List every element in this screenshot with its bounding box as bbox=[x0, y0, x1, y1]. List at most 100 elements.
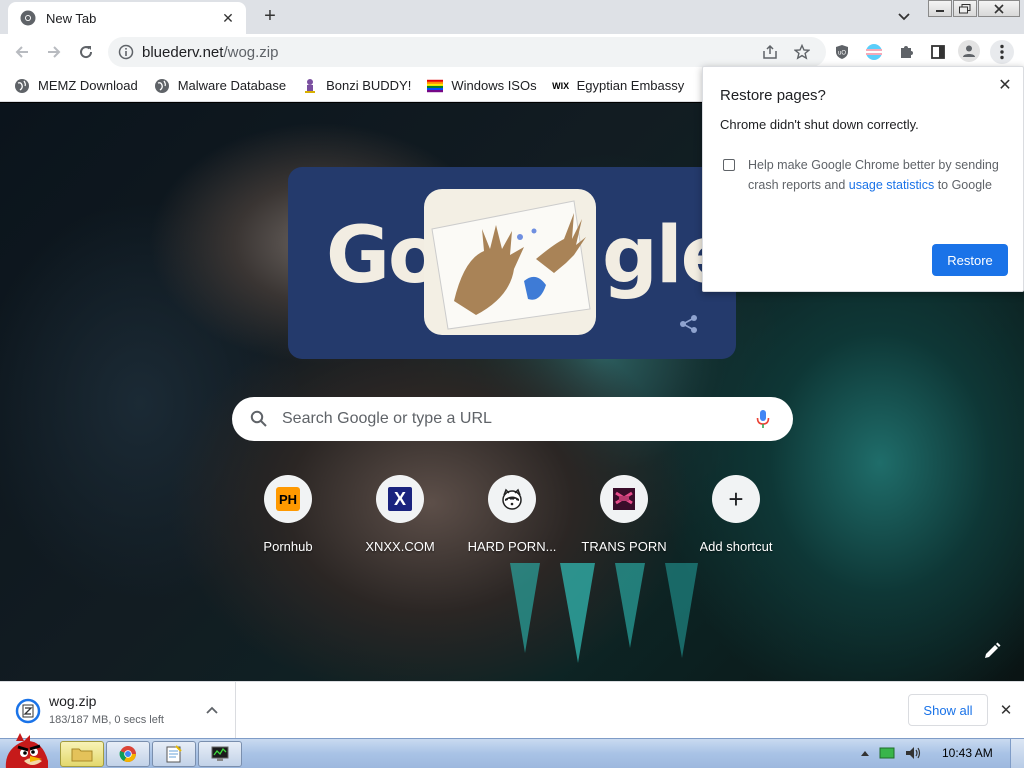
site-info-icon[interactable] bbox=[118, 44, 134, 60]
close-download-shelf-icon[interactable]: ✕ bbox=[998, 702, 1014, 719]
background-fangs bbox=[510, 563, 698, 663]
bookmark-egyptian-embassy[interactable]: WIX Egyptian Embassy bbox=[552, 78, 685, 94]
minimize-button[interactable] bbox=[928, 0, 952, 17]
microphone-icon[interactable] bbox=[751, 407, 775, 431]
search-icon bbox=[250, 410, 267, 427]
url-text: bluederv.net/wog.zip bbox=[142, 44, 278, 61]
task-manager-icon bbox=[211, 746, 229, 761]
bookmark-bonzi-buddy[interactable]: Bonzi BUDDY! bbox=[302, 78, 411, 94]
chrome-menu-icon[interactable] bbox=[990, 40, 1014, 64]
folder-icon bbox=[71, 748, 93, 762]
notepad-icon bbox=[166, 745, 182, 763]
rainbow-flag-icon bbox=[427, 78, 444, 94]
new-tab-button[interactable]: + bbox=[258, 4, 282, 28]
shortcut-label: Add shortcut bbox=[699, 539, 773, 554]
url-host: bluederv.net bbox=[142, 43, 224, 61]
tab-title: New Tab bbox=[46, 10, 97, 26]
svg-text:uO: uO bbox=[838, 51, 846, 57]
add-shortcut-button[interactable]: + Add shortcut bbox=[680, 475, 792, 565]
taskbar-task-manager-button[interactable] bbox=[198, 741, 242, 767]
shortcut-label: XNXX.COM bbox=[365, 539, 435, 554]
system-tray bbox=[860, 745, 922, 761]
screen: New Tab ✕ + bluederv.net/wog.zip uO MEMZ… bbox=[0, 0, 1024, 768]
dialog-title: Restore pages? bbox=[720, 87, 826, 104]
doodle-share-icon[interactable] bbox=[678, 313, 700, 335]
shortcut-label: Pornhub bbox=[263, 539, 313, 554]
reload-button[interactable] bbox=[74, 40, 98, 64]
dialog-close-icon[interactable]: ✕ bbox=[997, 77, 1013, 94]
search-input-placeholder[interactable]: Search Google or type a URL bbox=[282, 410, 751, 428]
address-bar[interactable]: bluederv.net/wog.zip bbox=[108, 37, 826, 67]
volume-icon[interactable] bbox=[904, 745, 922, 761]
globe-icon bbox=[154, 78, 170, 94]
back-button[interactable] bbox=[10, 40, 34, 64]
url-path: /wog.zip bbox=[223, 43, 279, 61]
shortcut-pornhub[interactable]: PH Pornhub bbox=[232, 475, 344, 565]
trans-flag-extension-icon[interactable] bbox=[864, 42, 884, 62]
shortcut-tile bbox=[600, 475, 648, 523]
bookmark-label: MEMZ Download bbox=[38, 78, 138, 93]
bookmark-windows-isos[interactable]: Windows ISOs bbox=[427, 78, 537, 94]
bookmark-label: Egyptian Embassy bbox=[576, 78, 685, 93]
shortcut-tile: + bbox=[712, 475, 760, 523]
restore-pages-dialog: Restore pages? ✕ Chrome didn't shut down… bbox=[702, 66, 1024, 292]
tab-search-chevron-icon[interactable] bbox=[894, 7, 914, 27]
bookmark-label: Bonzi BUDDY! bbox=[326, 78, 412, 93]
usage-statistics-link[interactable]: usage statistics bbox=[849, 178, 934, 192]
share-icon[interactable] bbox=[760, 42, 780, 62]
network-icon[interactable] bbox=[878, 746, 896, 760]
taskbar-chrome-button[interactable] bbox=[106, 741, 150, 767]
customize-pencil-icon[interactable] bbox=[982, 641, 1002, 661]
side-panel-icon[interactable] bbox=[928, 42, 948, 62]
ublock-origin-icon[interactable]: uO bbox=[832, 42, 852, 62]
doodle-text-left: Go bbox=[326, 211, 442, 301]
forward-button[interactable] bbox=[42, 40, 66, 64]
download-status: 183/187 MB, 0 secs left bbox=[49, 714, 164, 726]
bonzi-icon bbox=[302, 78, 318, 94]
shortcut-label: TRANS PORN bbox=[581, 539, 667, 554]
shortcut-tile: X bbox=[376, 475, 424, 523]
download-filename: wog.zip bbox=[49, 693, 97, 709]
search-box[interactable]: Search Google or type a URL bbox=[232, 397, 793, 441]
wix-icon: WIX bbox=[552, 80, 570, 91]
restore-window-button[interactable] bbox=[953, 0, 977, 17]
taskbar-clock[interactable]: 10:43 AM bbox=[942, 746, 993, 760]
chrome-icon bbox=[119, 746, 136, 763]
extensions-puzzle-icon[interactable] bbox=[896, 42, 916, 62]
show-all-button[interactable]: Show all bbox=[908, 694, 988, 726]
google-doodle[interactable]: Go gle bbox=[288, 167, 736, 359]
dialog-message: Chrome didn't shut down correctly. bbox=[720, 117, 919, 132]
restore-button[interactable]: Restore bbox=[932, 244, 1008, 276]
doodle-handprint-card bbox=[424, 189, 596, 335]
bookmark-malware-database[interactable]: Malware Database bbox=[154, 78, 286, 94]
shortcut-trans-porn[interactable]: TRANS PORN bbox=[568, 475, 680, 565]
pornhub-logo-icon: PH bbox=[276, 487, 300, 511]
profile-avatar-icon[interactable] bbox=[958, 40, 980, 62]
chevron-up-icon[interactable] bbox=[204, 702, 220, 718]
crash-reports-checkbox[interactable] bbox=[723, 159, 735, 171]
tray-expand-icon[interactable] bbox=[860, 749, 870, 757]
plus-icon: + bbox=[728, 484, 744, 514]
bookmark-star-icon[interactable] bbox=[792, 42, 812, 62]
tab-new-tab[interactable]: New Tab ✕ bbox=[8, 2, 246, 34]
tab-strip: New Tab ✕ + bbox=[0, 0, 1024, 34]
toolbar: bluederv.net/wog.zip uO bbox=[0, 34, 1024, 70]
show-desktop-button[interactable] bbox=[1010, 739, 1024, 768]
shortcut-xnxx[interactable]: X XNXX.COM bbox=[344, 475, 456, 565]
reload-icon bbox=[80, 46, 93, 59]
bookmark-memz-download[interactable]: MEMZ Download bbox=[14, 78, 138, 94]
close-window-button[interactable] bbox=[978, 0, 1020, 17]
window-controls bbox=[928, 0, 1021, 18]
crash-reports-label: Help make Google Chrome better by sendin… bbox=[748, 155, 1008, 195]
shortcut-hard-porn[interactable]: HARD PORN... bbox=[456, 475, 568, 565]
taskbar-notepad-button[interactable] bbox=[152, 741, 196, 767]
angry-bird-start-icon[interactable] bbox=[2, 731, 50, 768]
taskbar: 10:43 AM bbox=[0, 733, 1024, 768]
checkbox-text-end: to Google bbox=[934, 178, 992, 192]
taskbar-explorer-button[interactable] bbox=[60, 741, 104, 767]
download-shelf: wog.zip 183/187 MB, 0 secs left Show all… bbox=[0, 681, 1024, 739]
bookmark-label: Malware Database bbox=[177, 78, 287, 93]
xnxx-logo-icon: X bbox=[388, 487, 412, 511]
bookmark-label: Windows ISOs bbox=[451, 78, 537, 93]
close-tab-icon[interactable]: ✕ bbox=[220, 10, 236, 26]
